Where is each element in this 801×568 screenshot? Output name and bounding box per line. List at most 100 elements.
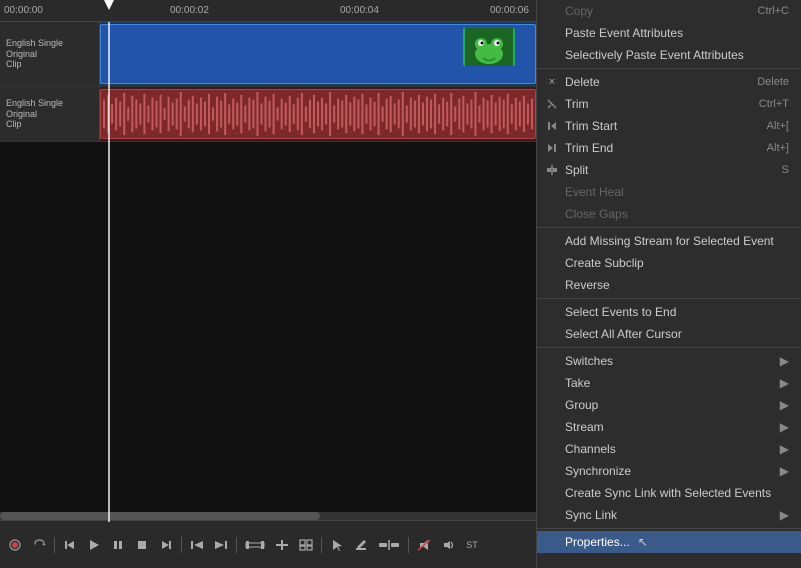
menu-item-delete-shortcut: Delete bbox=[757, 76, 789, 88]
go-to-end-button[interactable] bbox=[210, 534, 232, 556]
loop-button[interactable] bbox=[28, 534, 50, 556]
menu-item-copy[interactable]: Copy Ctrl+C bbox=[537, 0, 801, 22]
toolbar-sep-1 bbox=[54, 537, 55, 553]
go-to-start-button[interactable] bbox=[186, 534, 208, 556]
menu-item-trim[interactable]: Trim Ctrl+T bbox=[537, 93, 801, 115]
menu-item-paste-event-attrs[interactable]: Paste Event Attributes bbox=[537, 22, 801, 44]
menu-item-select-all-after-cursor[interactable]: Select All After Cursor bbox=[537, 323, 801, 345]
stop-button[interactable] bbox=[131, 534, 153, 556]
menu-item-selectively-paste[interactable]: Selectively Paste Event Attributes bbox=[537, 44, 801, 66]
menu-item-channels[interactable]: Channels ▶ bbox=[537, 438, 801, 460]
quantize-button[interactable] bbox=[295, 534, 317, 556]
menu-item-reverse[interactable]: Reverse bbox=[537, 274, 801, 296]
channels-submenu-arrow: ▶ bbox=[780, 442, 789, 456]
timeline-scrollbar[interactable] bbox=[0, 512, 536, 520]
menu-item-switches[interactable]: Switches ▶ bbox=[537, 350, 801, 372]
take-submenu-arrow: ▶ bbox=[780, 376, 789, 390]
menu-item-create-sync-link-label: Create Sync Link with Selected Events bbox=[565, 486, 771, 500]
sync-link-submenu-arrow: ▶ bbox=[780, 508, 789, 522]
menu-item-select-events-to-end-label: Select Events to End bbox=[565, 305, 676, 319]
menu-sep-2 bbox=[537, 227, 801, 228]
trim-end-icon bbox=[545, 141, 559, 155]
menu-item-delete-label: Delete bbox=[565, 75, 600, 89]
scrollbar-thumb[interactable] bbox=[0, 512, 320, 520]
menu-item-select-events-to-end[interactable]: Select Events to End bbox=[537, 301, 801, 323]
menu-item-delete[interactable]: × Delete Delete bbox=[537, 71, 801, 93]
video-track-header: English Single OriginalClip bbox=[0, 22, 100, 86]
edit-tool-button[interactable] bbox=[350, 534, 372, 556]
prev-frame-button[interactable] bbox=[59, 534, 81, 556]
pause-button[interactable] bbox=[107, 534, 129, 556]
menu-item-paste-event-attrs-label: Paste Event Attributes bbox=[565, 26, 683, 40]
menu-item-properties[interactable]: Properties... ↖ bbox=[537, 531, 801, 553]
volume-button[interactable] bbox=[437, 534, 459, 556]
waveform-svg bbox=[101, 90, 535, 138]
stereo-button[interactable]: ST bbox=[461, 534, 483, 556]
menu-item-reverse-label: Reverse bbox=[565, 278, 610, 292]
loop-region-button[interactable] bbox=[241, 534, 269, 556]
trim-start-icon bbox=[545, 119, 559, 133]
empty-track-area bbox=[0, 142, 536, 512]
menu-item-trim-end[interactable]: Trim End Alt+] bbox=[537, 137, 801, 159]
menu-item-add-missing-stream-label: Add Missing Stream for Selected Event bbox=[565, 234, 774, 248]
menu-item-trim-start-label: Trim Start bbox=[565, 119, 617, 133]
ruler-time-3: 00:00:06 bbox=[490, 5, 529, 16]
menu-item-group[interactable]: Group ▶ bbox=[537, 394, 801, 416]
menu-item-properties-label: Properties... bbox=[565, 535, 630, 549]
next-frame-button[interactable] bbox=[155, 534, 177, 556]
menu-item-trim-end-shortcut: Alt+] bbox=[767, 142, 789, 154]
menu-item-split-label: Split bbox=[565, 163, 588, 177]
frog-svg bbox=[465, 28, 513, 66]
menu-item-create-subclip-label: Create Subclip bbox=[565, 256, 644, 270]
menu-item-switches-label: Switches bbox=[565, 354, 613, 368]
timeline-area: 00:00:00 00:00:02 00:00:04 00:00:06 Engl… bbox=[0, 0, 536, 568]
menu-sep-5 bbox=[537, 528, 801, 529]
snap-button[interactable] bbox=[271, 534, 293, 556]
toolbar-sep-4 bbox=[321, 537, 322, 553]
menu-item-sync-link[interactable]: Sync Link ▶ bbox=[537, 504, 801, 526]
menu-item-selectively-paste-label: Selectively Paste Event Attributes bbox=[565, 48, 744, 62]
video-thumbnail bbox=[463, 28, 515, 66]
menu-sep-1 bbox=[537, 68, 801, 69]
audio-clip[interactable] bbox=[100, 89, 536, 139]
menu-item-split[interactable]: Split S bbox=[537, 159, 801, 181]
menu-item-create-subclip[interactable]: Create Subclip bbox=[537, 252, 801, 274]
menu-item-stream-label: Stream bbox=[565, 420, 604, 434]
menu-item-close-gaps[interactable]: Close Gaps bbox=[537, 203, 801, 225]
toolbar-sep-2 bbox=[181, 537, 182, 553]
menu-sep-4 bbox=[537, 347, 801, 348]
menu-item-add-missing-stream[interactable]: Add Missing Stream for Selected Event bbox=[537, 230, 801, 252]
menu-item-copy-label: Copy bbox=[565, 4, 593, 18]
synchronize-submenu-arrow: ▶ bbox=[780, 464, 789, 478]
mute-button[interactable] bbox=[413, 534, 435, 556]
record-button[interactable] bbox=[4, 534, 26, 556]
audio-track-label: English Single OriginalClip bbox=[6, 98, 93, 130]
menu-item-select-all-after-cursor-label: Select All After Cursor bbox=[565, 327, 682, 341]
menu-item-trim-start[interactable]: Trim Start Alt+[ bbox=[537, 115, 801, 137]
audio-track-row: English Single OriginalClip bbox=[0, 87, 536, 142]
select-tool-button[interactable] bbox=[326, 534, 348, 556]
video-clip[interactable] bbox=[100, 24, 536, 84]
video-track-row: English Single OriginalClip bbox=[0, 22, 536, 87]
group-submenu-arrow: ▶ bbox=[780, 398, 789, 412]
play-button[interactable] bbox=[83, 534, 105, 556]
ruler-time-0: 00:00:00 bbox=[4, 5, 43, 16]
split-icon bbox=[545, 163, 559, 177]
menu-item-close-gaps-label: Close Gaps bbox=[565, 207, 628, 221]
menu-item-event-heal[interactable]: Event Heal bbox=[537, 181, 801, 203]
trim-icon bbox=[545, 97, 559, 111]
menu-item-synchronize[interactable]: Synchronize ▶ bbox=[537, 460, 801, 482]
audio-track-content[interactable] bbox=[100, 87, 536, 141]
menu-item-create-sync-link[interactable]: Create Sync Link with Selected Events bbox=[537, 482, 801, 504]
video-track-content[interactable] bbox=[100, 22, 536, 86]
toolbar-sep-5 bbox=[408, 537, 409, 553]
stream-submenu-arrow: ▶ bbox=[780, 420, 789, 434]
menu-item-group-label: Group bbox=[565, 398, 598, 412]
switches-submenu-arrow: ▶ bbox=[780, 354, 789, 368]
menu-item-copy-shortcut: Ctrl+C bbox=[758, 5, 789, 17]
menu-item-take[interactable]: Take ▶ bbox=[537, 372, 801, 394]
menu-item-stream[interactable]: Stream ▶ bbox=[537, 416, 801, 438]
split-tool-button[interactable] bbox=[374, 534, 404, 556]
ruler-time-1: 00:00:02 bbox=[170, 5, 209, 16]
menu-item-event-heal-label: Event Heal bbox=[565, 185, 624, 199]
